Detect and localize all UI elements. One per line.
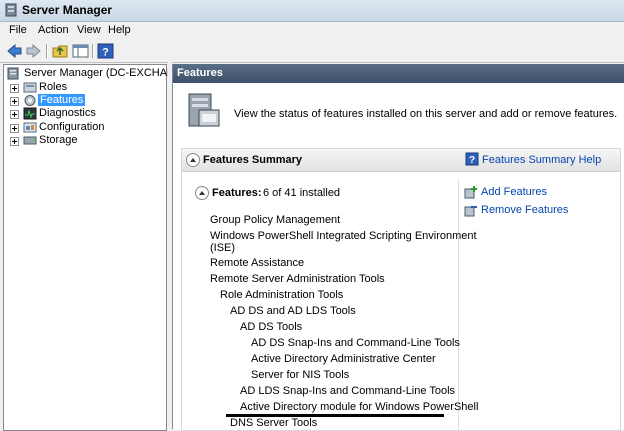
features-icon [24, 95, 36, 106]
list-item: Group Policy Management [210, 214, 341, 226]
roles-icon [23, 82, 37, 93]
list-item: DNS Server Tools [230, 417, 318, 429]
expand-toggle[interactable] [10, 124, 19, 133]
actions-divider [458, 179, 459, 430]
toolbar-separator [92, 44, 94, 58]
collapse-summary-button[interactable] [186, 153, 200, 167]
list-item: AD DS Snap-Ins and Command-Line Tools [251, 337, 460, 349]
svg-text:?: ? [469, 155, 475, 166]
server-icon [7, 67, 19, 80]
server-manager-icon [5, 3, 17, 17]
expand-toggle[interactable] [10, 110, 19, 119]
features-title: Features: [212, 187, 262, 199]
toolbar-separator [46, 44, 48, 58]
tree-item-storage[interactable]: Storage [10, 134, 160, 148]
summary-header: Features Summary ? Features Summary Help [182, 149, 620, 172]
toolbar: ? [0, 40, 624, 63]
list-item: Remote Server Administration Tools [210, 273, 385, 285]
features-summary-section: Features Summary ? Features Summary Help… [181, 148, 621, 431]
svg-text:?: ? [102, 47, 109, 59]
storage-icon [23, 136, 37, 145]
tree-item-label: Storage [39, 134, 78, 146]
menu-help[interactable]: Help [108, 24, 131, 36]
back-arrow-icon[interactable] [6, 43, 23, 59]
expand-toggle[interactable] [10, 137, 19, 146]
intro-description: View the status of features installed on… [234, 108, 618, 120]
add-features-link[interactable]: Add Features [481, 186, 547, 198]
tree-item-label: Roles [39, 81, 68, 93]
expand-toggle[interactable] [10, 97, 19, 106]
list-item: AD DS Tools [240, 321, 303, 333]
features-installed-count: 6 of 41 installed [263, 187, 341, 199]
list-item: (ISE) [210, 242, 236, 254]
help-icon[interactable]: ? [465, 152, 479, 166]
tree-item-configuration[interactable]: Configuration [10, 121, 160, 135]
add-features-icon[interactable] [464, 185, 478, 199]
tree-item-roles[interactable]: Roles [10, 81, 160, 95]
list-item: Windows PowerShell Integrated Scripting … [210, 230, 477, 242]
summary-title: Features Summary [203, 154, 303, 166]
up-folder-icon[interactable] [52, 43, 69, 59]
content-header-title: Features [177, 67, 223, 79]
diagnostics-icon [23, 107, 37, 120]
menu-bar: File Action View Help [0, 22, 624, 40]
help-icon[interactable]: ? [97, 43, 114, 59]
content-header: Features [173, 64, 624, 83]
configuration-icon [23, 122, 37, 133]
main-content-pane: Features View the status of features ins… [172, 64, 624, 431]
list-item: AD LDS Snap-Ins and Command-Line Tools [240, 385, 456, 397]
list-item: Active Directory Administrative Center [251, 353, 436, 365]
tree-item-features[interactable]: Features [10, 94, 160, 108]
remove-features-icon[interactable] [464, 203, 478, 217]
features-server-icon [188, 93, 220, 127]
tree-item-label: Diagnostics [39, 107, 96, 119]
remove-features-link[interactable]: Remove Features [481, 204, 568, 216]
expand-toggle[interactable] [10, 84, 19, 93]
list-item: AD DS and AD LDS Tools [230, 305, 356, 317]
tree-item-diagnostics[interactable]: Diagnostics [10, 107, 160, 121]
collapse-features-button[interactable] [195, 186, 209, 200]
tree-item-label: Configuration [39, 121, 105, 133]
tree-item-label: Features [38, 94, 86, 106]
menu-action[interactable]: Action [38, 24, 69, 36]
forward-arrow-icon[interactable] [25, 43, 42, 59]
navigation-tree: Server Manager (DC-EXCHANGE) Roles Featu… [3, 64, 195, 431]
menu-view[interactable]: View [77, 24, 101, 36]
list-item: Remote Assistance [210, 257, 305, 269]
features-summary-help-link[interactable]: Features Summary Help [482, 154, 601, 166]
show-hide-tree-icon[interactable] [72, 43, 89, 59]
menu-file[interactable]: File [9, 24, 27, 36]
list-item: Server for NIS Tools [251, 369, 350, 381]
list-item: Active Directory module for Windows Powe… [240, 401, 479, 413]
title-bar: Server Manager [0, 0, 624, 22]
list-item: Role Administration Tools [220, 289, 344, 301]
window-title: Server Manager [22, 3, 113, 17]
tree-root-server-manager[interactable]: Server Manager (DC-EXCHANGE) [6, 67, 195, 81]
